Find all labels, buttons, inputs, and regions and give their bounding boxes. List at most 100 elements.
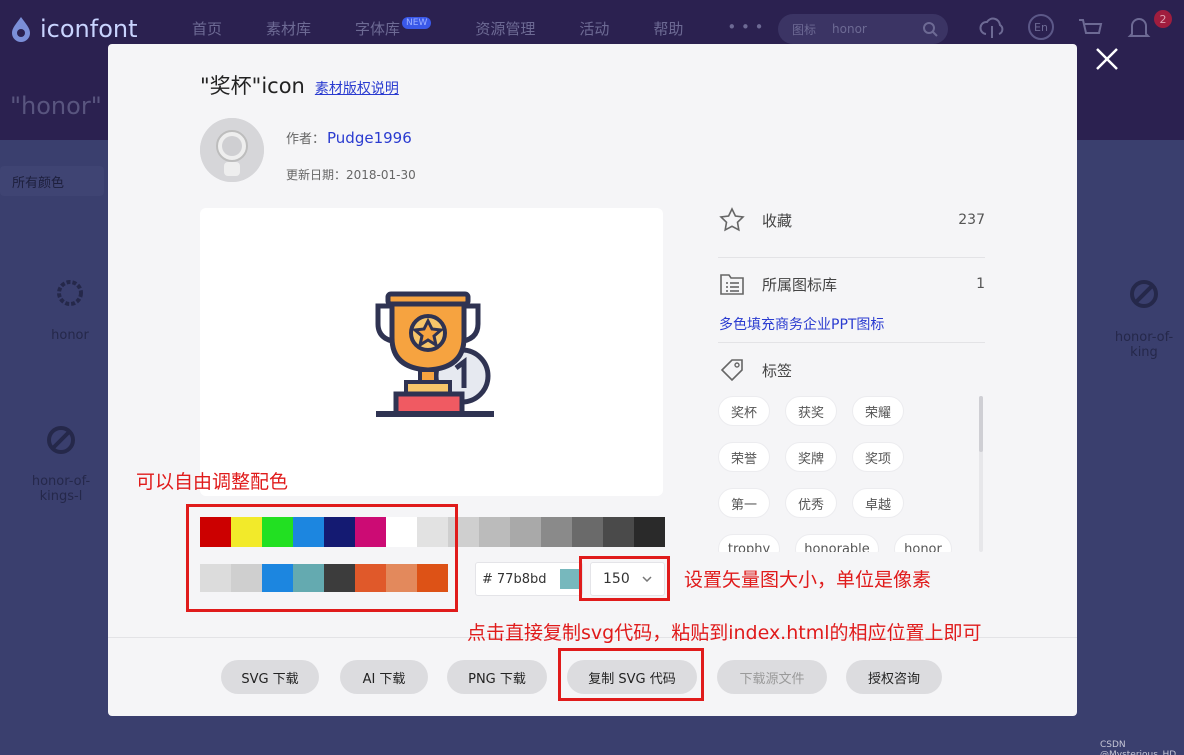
icon-detail-modal: "奖杯"icon 素材版权说明 作者： Pudge1996 更新日期：2018-0… (108, 44, 1077, 716)
icon-library-link[interactable]: 多色填充商务企业PPT图标 (719, 314, 884, 334)
color-swatch[interactable] (603, 517, 634, 547)
honor-of-kings-icon (1130, 280, 1158, 308)
library-label: 所属图标库 (762, 275, 838, 294)
language-toggle[interactable]: En (1028, 14, 1054, 40)
author-avatar[interactable] (200, 118, 264, 182)
author-row: 作者： Pudge1996 (286, 128, 412, 147)
iconfont-logo[interactable]: iconfont (6, 14, 138, 44)
bg-icon-label: honor-of-kings-l (31, 474, 91, 504)
tag-chip[interactable]: honorable (795, 534, 879, 552)
tag-chip[interactable]: 第一 (718, 488, 770, 518)
tag-chip[interactable]: 荣誉 (718, 442, 770, 472)
bg-icon-card[interactable]: honor-of-kings-l (14, 424, 108, 504)
license-consult-button[interactable]: 授权咨询 (846, 660, 942, 694)
date-value: 2018-01-30 (346, 168, 416, 182)
ring-icon (57, 280, 83, 306)
divider (718, 342, 985, 343)
tag-list: 奖杯 获奖 荣耀 荣誉 奖牌 奖项 第一 优秀 卓越 trophy honora… (718, 392, 978, 552)
library-count: 1 (976, 276, 985, 292)
search-icon[interactable] (922, 21, 938, 37)
color-swatch[interactable] (572, 517, 603, 547)
notification-badge: 2 (1154, 10, 1172, 28)
annotation-copy-note: 点击直接复制svg代码，粘贴到index.html的相应位置上即可 (467, 622, 982, 644)
png-download-button[interactable]: PNG 下载 (447, 660, 547, 694)
tag-chip[interactable]: 获奖 (785, 396, 837, 426)
bg-icon-label: honor (51, 328, 89, 343)
nav-activity[interactable]: 活动 (579, 18, 609, 39)
new-badge: NEW (402, 17, 432, 29)
honor-of-kings-icon (47, 426, 75, 454)
icon-preview (200, 208, 663, 496)
bg-icon-card[interactable]: honor (40, 278, 100, 343)
current-color-swatch[interactable] (560, 569, 581, 589)
logo-text: iconfont (40, 15, 138, 43)
header-actions: En (978, 14, 1152, 42)
search-scope-select[interactable]: 图标 (792, 21, 816, 38)
nav-home[interactable]: 首页 (192, 18, 222, 39)
tag-chip[interactable]: honor (894, 534, 952, 552)
annotation-size-note: 设置矢量图大小，单位是像素 (684, 569, 932, 591)
hex-value: 77b8bd (496, 571, 547, 587)
nav-fonts[interactable]: 字体库 NEW (355, 17, 432, 39)
download-source-button[interactable]: 下载源文件 (717, 660, 827, 694)
tag-chip[interactable]: 优秀 (785, 488, 837, 518)
tag-chip[interactable]: 奖项 (852, 442, 904, 472)
tag-chip[interactable]: 荣耀 (852, 396, 904, 426)
annotation-box-palette (186, 504, 458, 612)
update-date-row: 更新日期：2018-01-30 (286, 166, 416, 183)
tag-icon (720, 359, 743, 382)
nav-more[interactable]: • • • (727, 18, 763, 39)
color-filter-select[interactable]: 所有颜色 (0, 166, 104, 196)
annotation-box-copy (558, 648, 704, 701)
tag-chip[interactable]: trophy (718, 534, 780, 552)
close-icon[interactable] (1094, 46, 1120, 72)
nav-materials[interactable]: 素材库 (266, 18, 311, 39)
annotation-box-size (579, 556, 670, 601)
hash-label: # (482, 571, 493, 587)
search-input[interactable]: honor (832, 22, 867, 36)
tag-chip[interactable]: 奖牌 (785, 442, 837, 472)
cart-icon[interactable] (1076, 14, 1104, 42)
author-name-link[interactable]: Pudge1996 (327, 129, 412, 147)
tags-heading: 标签 (718, 356, 985, 384)
header-search[interactable]: 图标 honor (778, 14, 948, 44)
color-swatch[interactable] (479, 517, 510, 547)
hex-color-input[interactable]: # 77b8bd (475, 562, 583, 596)
library-row: 所属图标库 1 (718, 270, 985, 298)
bell-icon[interactable] (1126, 14, 1152, 42)
folder-list-icon (720, 274, 744, 295)
author-label: 作者： (286, 132, 326, 147)
search-query-heading: "honor" (10, 92, 102, 120)
bg-icon-label: honor-of-king (1114, 330, 1174, 360)
ai-download-button[interactable]: AI 下载 (340, 660, 428, 694)
tag-chip[interactable]: 卓越 (852, 488, 904, 518)
copyright-link[interactable]: 素材版权说明 (315, 78, 399, 98)
main-nav: 首页 素材库 字体库 NEW 资源管理 活动 帮助 • • • (192, 17, 764, 39)
nav-help[interactable]: 帮助 (653, 18, 683, 39)
tags-scrollbar[interactable] (979, 396, 983, 552)
star-icon[interactable] (718, 206, 746, 234)
divider (718, 257, 985, 258)
icon-title: "奖杯"icon (200, 74, 305, 98)
modal-title-row: "奖杯"icon 素材版权说明 (200, 70, 399, 100)
nav-fonts-label: 字体库 (355, 20, 401, 38)
date-label: 更新日期： (286, 168, 347, 182)
csdn-watermark: CSDN @Mysterious_HD (1100, 740, 1177, 755)
color-swatch[interactable] (541, 517, 572, 547)
nav-resources[interactable]: 资源管理 (475, 18, 535, 39)
tag-chip[interactable]: 奖杯 (718, 396, 770, 426)
annotation-color-note: 可以自由调整配色 (136, 471, 289, 493)
bg-icon-card[interactable]: honor-of-king (1104, 278, 1184, 360)
color-swatch[interactable] (634, 517, 665, 547)
logo-drop-icon (12, 17, 30, 42)
tags-label: 标签 (762, 361, 793, 380)
favorite-count: 237 (958, 212, 985, 228)
color-swatch[interactable] (510, 517, 541, 547)
upload-icon[interactable] (978, 14, 1006, 42)
svg-download-button[interactable]: SVG 下载 (221, 660, 319, 694)
favorite-row[interactable]: 收藏 237 (718, 206, 985, 234)
scroll-thumb[interactable] (979, 396, 983, 452)
trophy-icon (375, 291, 494, 417)
favorite-label: 收藏 (762, 211, 793, 230)
astronaut-avatar-icon (200, 118, 264, 182)
